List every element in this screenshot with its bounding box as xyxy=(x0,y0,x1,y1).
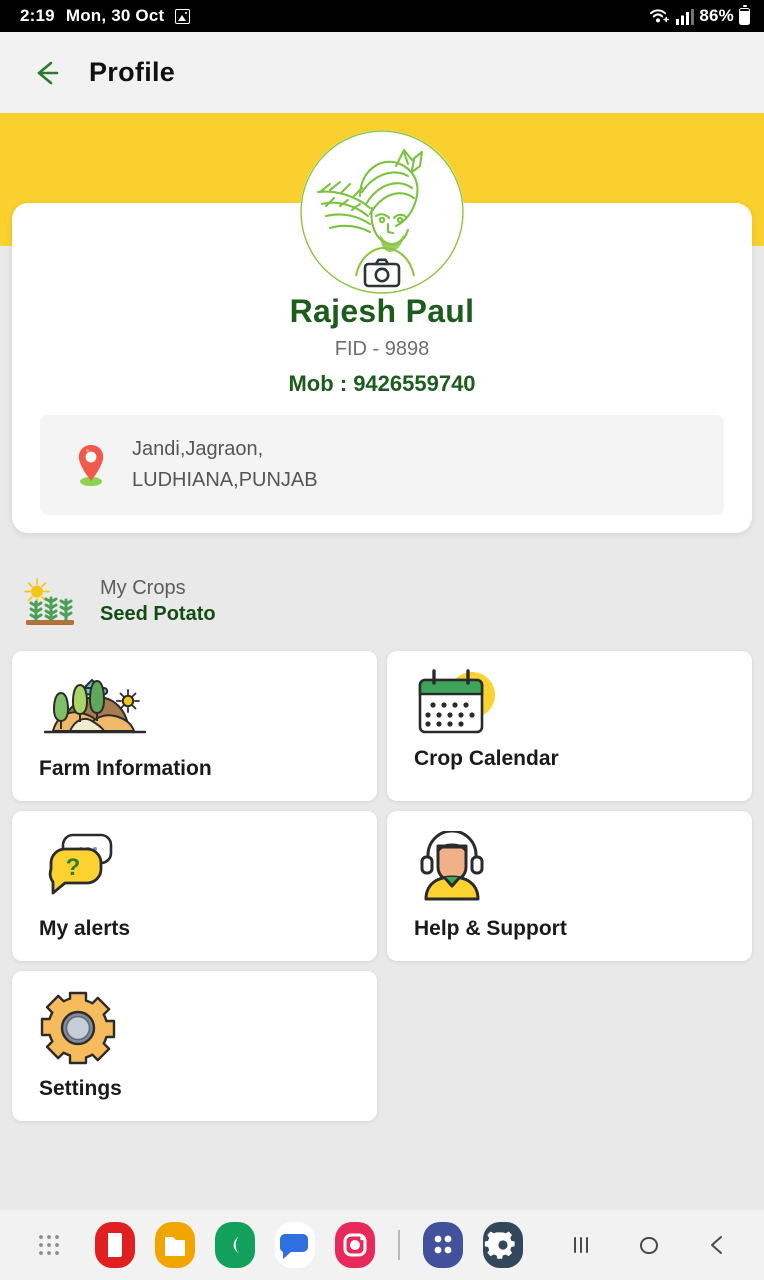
tile-help-support[interactable]: Help & Support xyxy=(387,811,752,961)
phone-app-icon[interactable] xyxy=(212,1220,258,1270)
status-time: 2:19 xyxy=(20,6,55,25)
battery-percent-label: 86% xyxy=(699,6,734,25)
back-nav-button[interactable] xyxy=(702,1230,732,1260)
profile-name: Rajesh Paul xyxy=(289,293,475,329)
navigation-bar xyxy=(566,1230,732,1260)
status-bar-right: 86% xyxy=(649,4,750,26)
tile-label: My alerts xyxy=(39,917,131,940)
status-date: Mon, 30 Oct xyxy=(65,6,165,25)
my-crops-text: My Crops Seed Potato xyxy=(100,576,216,628)
camera-icon[interactable] xyxy=(363,258,401,288)
calendar-icon xyxy=(418,669,495,734)
tile-label: Help & Support xyxy=(414,917,567,940)
profile-fid: FID - 9898 xyxy=(334,338,430,360)
battery-icon xyxy=(739,4,750,25)
instagram-app-icon[interactable] xyxy=(332,1220,378,1270)
image-icon xyxy=(175,8,191,24)
wifi-icon xyxy=(650,9,670,23)
samsung-apps-icon[interactable] xyxy=(420,1220,466,1270)
tile-crop-calendar[interactable]: Crop Calendar xyxy=(387,651,752,801)
tile-label: Settings xyxy=(39,1077,122,1100)
tile-my-alerts[interactable]: ? My alerts xyxy=(12,811,377,961)
profile-mobile: Mob : 9426559740 xyxy=(288,371,476,396)
back-arrow-icon[interactable] xyxy=(30,57,62,89)
my-crops-value: Seed Potato xyxy=(100,603,216,625)
tile-label: Crop Calendar xyxy=(414,747,559,770)
status-bar-left: 2:19 Mon, 30 Oct xyxy=(20,6,191,26)
farm-landscape-icon xyxy=(43,679,147,734)
messages-app-icon[interactable] xyxy=(272,1220,318,1270)
settings-app-icon[interactable] xyxy=(480,1220,526,1270)
taskbar-apps xyxy=(92,1220,526,1270)
recents-nav-button[interactable] xyxy=(566,1230,596,1260)
home-nav-button[interactable] xyxy=(634,1230,664,1260)
address-box: Jandi,Jagraon, LUDHIANA,PUNJAB xyxy=(40,415,724,515)
status-bar: 2:19 Mon, 30 Oct 86% xyxy=(0,0,764,32)
cellular-signal-icon xyxy=(676,8,695,25)
system-taskbar xyxy=(0,1210,764,1280)
taskbar-separator xyxy=(398,1230,400,1260)
address-text: Jandi,Jagraon, LUDHIANA,PUNJAB xyxy=(132,434,318,496)
address-line-1: Jandi,Jagraon, xyxy=(132,438,264,460)
crops-sun-icon xyxy=(24,578,74,625)
my-crops-label: My Crops xyxy=(100,577,186,599)
question-chat-bubble-icon: ? xyxy=(48,833,113,895)
headset-agent-icon xyxy=(420,831,484,901)
menu-tile-grid: Farm Information Crop Calendar ? My aler… xyxy=(12,651,752,1121)
tile-farm-information[interactable]: Farm Information xyxy=(12,651,377,801)
avatar[interactable] xyxy=(300,130,464,294)
page-title: Profile xyxy=(89,57,176,87)
address-line-2: LUDHIANA,PUNJAB xyxy=(132,469,318,491)
pdf-reader-app-icon[interactable] xyxy=(92,1220,138,1270)
app-drawer-dots-icon[interactable] xyxy=(36,1232,62,1258)
my-crops-section: My Crops Seed Potato xyxy=(22,576,216,628)
tile-label: Farm Information xyxy=(39,757,212,780)
tile-settings[interactable]: Settings xyxy=(12,971,377,1121)
gear-icon xyxy=(40,991,116,1065)
svg-text:?: ? xyxy=(66,854,81,881)
phone-screen: 2:19 Mon, 30 Oct 86% Profile Rajesh Paul… xyxy=(0,0,764,1280)
app-header: Profile xyxy=(0,32,764,113)
location-pin-icon xyxy=(78,445,104,487)
profile-card: Rajesh Paul FID - 9898 Mob : 9426559740 … xyxy=(12,130,752,533)
files-app-icon[interactable] xyxy=(152,1220,198,1270)
